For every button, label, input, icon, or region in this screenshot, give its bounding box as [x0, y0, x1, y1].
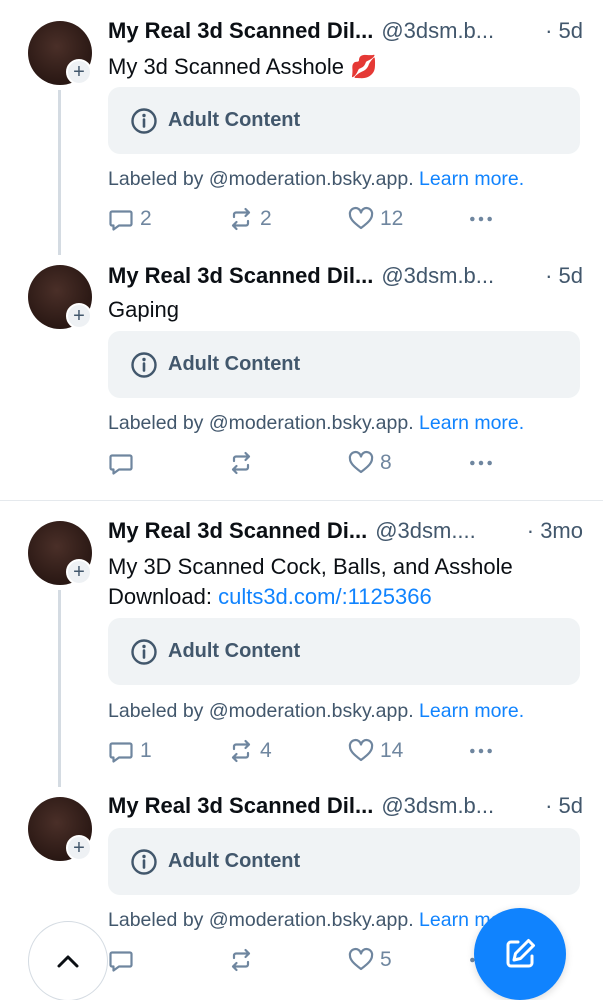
feed: + My Real 3d Scanned Dil... @3dsm.b... ·…: [0, 0, 603, 1000]
author-name[interactable]: My Real 3d Scanned Di...: [108, 518, 367, 544]
adult-content-label: Adult Content: [168, 109, 301, 131]
more-dots-icon: [470, 216, 492, 222]
post-link[interactable]: cults3d.com/:1125366: [218, 584, 432, 609]
author-name[interactable]: My Real 3d Scanned Dil...: [108, 18, 373, 44]
adult-content-warning[interactable]: Adult Content: [108, 618, 580, 685]
more-dots-icon: [470, 460, 492, 466]
reply-button[interactable]: 1: [108, 738, 152, 764]
reply-bubble-icon: [109, 742, 133, 763]
post-header: My Real 3d Scanned Di... @3dsm.... · 3mo: [108, 518, 583, 550]
post-actions: 1 4 14: [108, 738, 528, 770]
moderation-label: Labeled by @moderation.bsky.app. Learn m…: [108, 700, 588, 723]
more-options-button[interactable]: [468, 450, 494, 476]
info-icon: [131, 638, 157, 665]
adult-content-label: Adult Content: [168, 640, 301, 662]
repost-icon: [231, 739, 251, 763]
learn-more-link[interactable]: Learn more.: [419, 412, 524, 434]
reply-button[interactable]: [108, 450, 140, 476]
heart-icon: [348, 206, 374, 230]
repost-button[interactable]: 2: [228, 206, 272, 232]
follow-plus-icon[interactable]: +: [66, 559, 92, 585]
post-actions: 2 2 12: [108, 206, 528, 238]
learn-more-link[interactable]: Learn more.: [419, 700, 524, 722]
repost-count: 2: [260, 207, 272, 230]
like-count: 14: [380, 739, 404, 762]
post-text: My 3D Scanned Cock, Balls, and Asshole D…: [108, 552, 583, 612]
reply-bubble-icon: [109, 454, 133, 475]
post-time[interactable]: · 5d: [545, 263, 583, 289]
labeled-by-text: Labeled by @moderation.bsky.app.: [108, 168, 414, 190]
author-name[interactable]: My Real 3d Scanned Dil...: [108, 263, 373, 289]
more-dots-icon: [470, 748, 492, 754]
info-icon: [131, 351, 157, 378]
post-header: My Real 3d Scanned Dil... @3dsm.b... · 5…: [108, 263, 583, 295]
reply-button[interactable]: 2: [108, 206, 152, 232]
post-header: My Real 3d Scanned Dil... @3dsm.b... · 5…: [108, 18, 583, 50]
like-count: 12: [380, 207, 404, 230]
author-handle[interactable]: @3dsm....: [375, 518, 519, 544]
adult-content-label: Adult Content: [168, 850, 301, 872]
author-name[interactable]: My Real 3d Scanned Dil...: [108, 793, 373, 819]
post-header: My Real 3d Scanned Dil... @3dsm.b... · 5…: [108, 793, 583, 825]
repost-button[interactable]: 4: [228, 738, 272, 764]
info-icon: [131, 107, 157, 134]
compose-icon: [506, 939, 535, 968]
scroll-to-top-button[interactable]: [28, 921, 108, 1000]
reply-count: 2: [140, 207, 152, 230]
like-button[interactable]: 5: [348, 947, 392, 973]
repost-icon: [231, 451, 251, 475]
heart-icon: [348, 738, 374, 762]
like-button[interactable]: 12: [348, 206, 403, 232]
like-count: 5: [380, 948, 392, 971]
like-button[interactable]: 14: [348, 738, 403, 764]
labeled-by-text: Labeled by @moderation.bsky.app.: [108, 909, 414, 931]
heart-icon: [348, 450, 374, 474]
heart-icon: [348, 947, 374, 971]
adult-content-warning[interactable]: Adult Content: [108, 331, 580, 398]
more-options-button[interactable]: [468, 206, 494, 232]
post-actions: 5: [108, 947, 528, 979]
post-time[interactable]: · 5d: [545, 18, 583, 44]
like-count: 8: [380, 451, 392, 474]
labeled-by-text: Labeled by @moderation.bsky.app.: [108, 412, 414, 434]
post-actions: 8: [108, 450, 528, 482]
post-time[interactable]: · 5d: [545, 793, 583, 819]
thread-line: [58, 90, 61, 255]
adult-content-label: Adult Content: [168, 353, 301, 375]
learn-more-link[interactable]: Learn more.: [419, 168, 524, 190]
follow-plus-icon[interactable]: +: [66, 59, 92, 85]
labeled-by-text: Labeled by @moderation.bsky.app.: [108, 700, 414, 722]
repost-count: 4: [260, 739, 272, 762]
post-2[interactable]: + My Real 3d Scanned Dil... @3dsm.b... ·…: [0, 255, 603, 500]
chevron-up-icon: [57, 955, 79, 968]
repost-icon: [231, 948, 251, 972]
post-3[interactable]: + My Real 3d Scanned Di... @3dsm.... · 3…: [0, 501, 603, 787]
adult-content-warning[interactable]: Adult Content: [108, 87, 580, 154]
follow-plus-icon[interactable]: +: [66, 303, 92, 329]
reply-button[interactable]: [108, 947, 140, 973]
adult-content-warning[interactable]: Adult Content: [108, 828, 580, 895]
more-options-button[interactable]: [468, 738, 494, 764]
author-handle[interactable]: @3dsm.b...: [381, 793, 537, 819]
reply-bubble-icon: [109, 210, 133, 231]
reply-bubble-icon: [109, 951, 133, 972]
repost-button[interactable]: [228, 450, 260, 476]
author-handle[interactable]: @3dsm.b...: [381, 18, 537, 44]
post-text: Gaping: [108, 297, 179, 322]
repost-button[interactable]: [228, 947, 260, 973]
repost-icon: [231, 207, 251, 231]
info-icon: [131, 848, 157, 875]
post-text: My 3d Scanned Asshole 💋: [108, 54, 378, 79]
post-time[interactable]: · 3mo: [527, 518, 583, 544]
thread-line: [58, 590, 61, 787]
follow-plus-icon[interactable]: +: [66, 835, 92, 861]
moderation-label: Labeled by @moderation.bsky.app. Learn m…: [108, 412, 588, 435]
author-handle[interactable]: @3dsm.b...: [381, 263, 537, 289]
like-button[interactable]: 8: [348, 450, 392, 476]
post-1[interactable]: + My Real 3d Scanned Dil... @3dsm.b... ·…: [0, 0, 603, 255]
moderation-label: Labeled by @moderation.bsky.app. Learn m…: [108, 168, 588, 191]
reply-count: 1: [140, 739, 152, 762]
compose-button[interactable]: [474, 908, 566, 1000]
